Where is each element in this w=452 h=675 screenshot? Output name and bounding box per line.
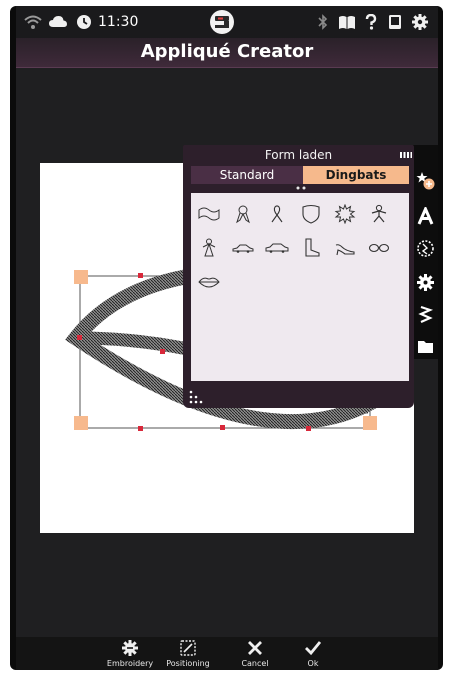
gear-icon[interactable] bbox=[412, 14, 428, 30]
right-toolbar bbox=[413, 145, 438, 359]
check-icon bbox=[305, 641, 322, 656]
awareness-ribbon-shape[interactable] bbox=[262, 201, 292, 227]
tablet-icon[interactable] bbox=[388, 14, 402, 30]
sewing-machine-icon[interactable] bbox=[210, 10, 234, 34]
stitch-icon[interactable] bbox=[416, 239, 435, 258]
ribbon-shape[interactable] bbox=[228, 201, 258, 227]
title-bar: Appliqué Creator bbox=[16, 38, 438, 68]
gear-icon[interactable] bbox=[416, 273, 435, 292]
help-icon[interactable] bbox=[364, 14, 378, 30]
sedan-shape[interactable] bbox=[262, 235, 292, 261]
zigzag-icon[interactable] bbox=[416, 305, 435, 324]
resize-dots-icon[interactable] bbox=[189, 390, 203, 404]
form-laden-panel: Form laden Standard Dingbats bbox=[183, 145, 414, 408]
shield-shape[interactable] bbox=[296, 201, 326, 227]
gingerbread-man-shape[interactable] bbox=[364, 201, 394, 227]
clock-icon bbox=[77, 15, 91, 29]
handle-top-left[interactable] bbox=[74, 270, 88, 284]
high-heel-shape[interactable] bbox=[330, 235, 360, 261]
ok-label: Ok bbox=[307, 659, 319, 668]
banner-shape[interactable] bbox=[194, 201, 224, 227]
handle-bottom-right[interactable] bbox=[363, 416, 377, 430]
car-shape[interactable] bbox=[228, 235, 258, 261]
tab-dingbats[interactable]: Dingbats bbox=[303, 166, 409, 184]
cancel-label: Cancel bbox=[241, 659, 269, 668]
screen: 11:30 Appliqué Creator Form laden Standa… bbox=[16, 6, 438, 670]
handle-point[interactable] bbox=[138, 426, 143, 431]
wifi-icon bbox=[24, 15, 42, 29]
glasses-shape[interactable] bbox=[364, 235, 394, 261]
embroidery-icon bbox=[122, 640, 138, 656]
book-icon[interactable] bbox=[338, 14, 356, 30]
status-bar: 11:30 bbox=[16, 6, 438, 38]
boot-shape[interactable] bbox=[296, 235, 326, 261]
bluetooth-icon bbox=[318, 14, 328, 30]
handle-point[interactable] bbox=[220, 425, 225, 430]
positioning-label: Positioning bbox=[166, 659, 210, 668]
cloud-icon bbox=[49, 16, 67, 27]
text-icon[interactable] bbox=[416, 207, 435, 226]
ok-button[interactable]: Ok bbox=[298, 639, 328, 669]
bottom-bar: Embroidery Positioning Cancel Ok bbox=[16, 637, 438, 670]
handle-point[interactable] bbox=[306, 426, 311, 431]
close-icon bbox=[248, 641, 262, 655]
page-title: Appliqué Creator bbox=[140, 41, 314, 62]
positioning-button[interactable]: Positioning bbox=[160, 639, 216, 669]
folder-icon[interactable] bbox=[416, 337, 435, 356]
handle-bottom-left[interactable] bbox=[74, 416, 88, 430]
starburst-shape[interactable] bbox=[330, 201, 360, 227]
grip-icon[interactable] bbox=[400, 151, 412, 159]
tab-standard[interactable]: Standard bbox=[191, 166, 303, 184]
panel-title: Form laden bbox=[264, 148, 333, 162]
page-indicator bbox=[296, 186, 306, 190]
embroidery-label: Embroidery bbox=[106, 659, 154, 668]
handle-point[interactable] bbox=[138, 273, 143, 278]
cancel-button[interactable]: Cancel bbox=[238, 639, 272, 669]
shapes-add-icon[interactable] bbox=[416, 171, 435, 190]
clock-time: 11:30 bbox=[98, 14, 139, 30]
panel-footer bbox=[183, 385, 414, 408]
positioning-icon bbox=[180, 640, 196, 656]
shape-grid bbox=[191, 193, 409, 381]
angel-shape[interactable] bbox=[194, 235, 224, 261]
embroidery-button[interactable]: Embroidery bbox=[102, 639, 158, 669]
handle-point[interactable] bbox=[160, 349, 165, 354]
handle-point[interactable] bbox=[77, 335, 82, 340]
lips-shape[interactable] bbox=[194, 269, 224, 295]
